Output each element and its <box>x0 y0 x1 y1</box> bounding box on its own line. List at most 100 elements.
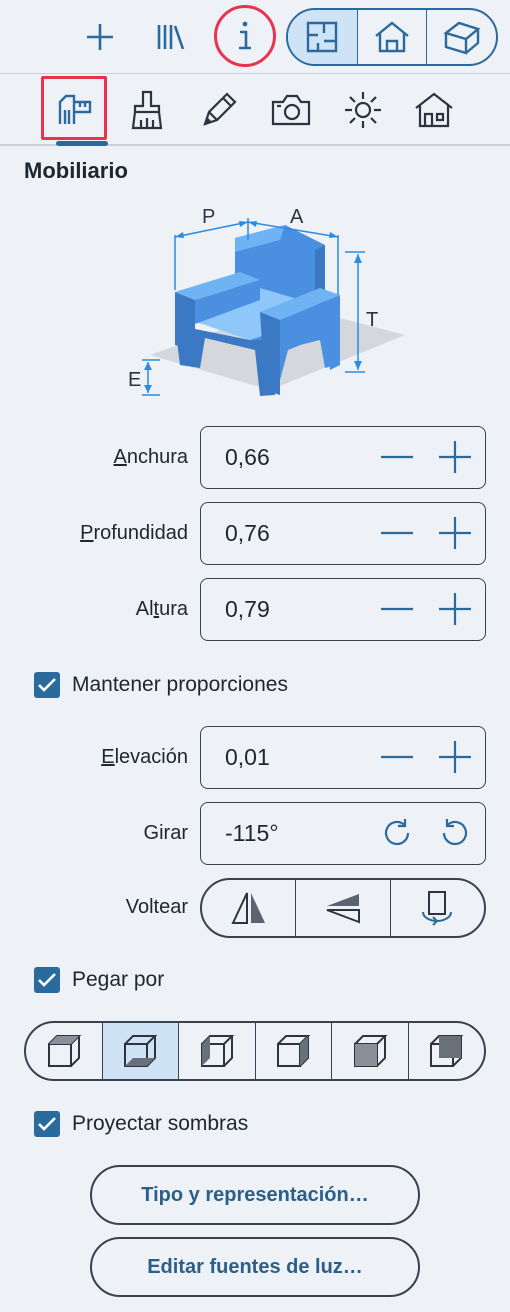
keep-proportions-label: Mantener proporciones <box>72 673 288 696</box>
top-toolbar <box>0 0 510 74</box>
view-mode-switch <box>286 8 498 66</box>
floorplan-view-button[interactable] <box>288 10 358 64</box>
stick-face-right-button[interactable] <box>256 1023 332 1079</box>
checkmark-icon <box>38 1117 56 1131</box>
building-tab-icon <box>415 92 453 128</box>
flip-vertical-icon <box>326 894 360 924</box>
label-width-letter: A <box>290 206 304 228</box>
stick-to-label: Pegar por <box>72 968 165 991</box>
rotate-clockwise-icon <box>384 819 410 846</box>
add-button[interactable] <box>70 6 130 68</box>
section-title: Mobiliario <box>24 158 128 183</box>
camera-tab-icon <box>271 94 311 126</box>
tab-pencil[interactable] <box>186 78 252 142</box>
cube-back-face-icon <box>430 1035 464 1067</box>
stick-to-row[interactable]: Pegar por <box>34 965 164 995</box>
height-field[interactable]: 0,79 <box>200 578 486 641</box>
depth-value[interactable]: 0,76 <box>225 520 270 547</box>
3d-view-button[interactable] <box>427 10 496 64</box>
tab-building[interactable] <box>401 78 467 142</box>
info-button[interactable] <box>214 5 276 67</box>
elevation-label: Elevación <box>101 746 188 768</box>
tab-brush[interactable] <box>114 78 180 142</box>
width-value[interactable]: 0,66 <box>225 444 270 471</box>
flip-buttons <box>200 878 486 938</box>
cube-top-face-icon <box>47 1035 82 1067</box>
info-icon <box>239 21 251 50</box>
minus-icon <box>381 607 413 611</box>
active-tab-highlight <box>41 76 107 140</box>
flip-label: Voltear <box>125 896 188 918</box>
floorplan-view-icon <box>307 21 338 53</box>
checkmark-icon <box>38 973 56 987</box>
rotate-counterclockwise-button[interactable] <box>435 813 475 853</box>
tab-sun[interactable] <box>330 78 396 142</box>
library-icon <box>157 25 185 50</box>
plus-icon <box>439 741 471 773</box>
stick-face-left-button[interactable] <box>179 1023 256 1079</box>
flip-horizontal-icon <box>231 892 265 924</box>
elevation-decrement-button[interactable] <box>377 737 417 777</box>
label-height-letter: T <box>366 309 378 331</box>
label-depth-letter: P <box>202 206 215 228</box>
depth-field[interactable]: 0,76 <box>200 502 486 565</box>
height-value[interactable]: 0,79 <box>225 596 270 623</box>
plus-icon <box>439 517 471 549</box>
width-label: Anchura <box>113 446 189 468</box>
pencil-tab-icon <box>203 92 237 126</box>
depth-label: Profundidad <box>80 522 188 544</box>
plus-icon <box>87 24 113 50</box>
width-decrement-button[interactable] <box>377 437 417 477</box>
cube-bottom-face-icon <box>124 1035 158 1067</box>
type-representation-button[interactable]: Tipo y representación… <box>90 1165 420 1225</box>
elevation-field[interactable]: 0,01 <box>200 726 486 789</box>
plus-icon <box>439 441 471 473</box>
depth-increment-button[interactable] <box>435 513 475 553</box>
front-view-button[interactable] <box>358 10 428 64</box>
sun-tab-icon <box>345 92 381 128</box>
height-decrement-button[interactable] <box>377 589 417 629</box>
cast-shadows-checkbox[interactable] <box>34 1111 60 1137</box>
minus-icon <box>381 455 413 459</box>
plus-icon <box>439 593 471 625</box>
depth-decrement-button[interactable] <box>377 513 417 553</box>
width-increment-button[interactable] <box>435 437 475 477</box>
tab-camera[interactable] <box>258 78 324 142</box>
stick-face-bottom-button[interactable] <box>102 1023 179 1079</box>
cube-left-face-icon <box>200 1035 235 1067</box>
keep-proportions-row[interactable]: Mantener proporciones <box>34 670 288 700</box>
library-button[interactable] <box>142 6 202 68</box>
cast-shadows-label: Proyectar sombras <box>72 1112 249 1135</box>
stick-to-faces <box>24 1021 486 1081</box>
flip-around-icon <box>422 891 453 926</box>
height-increment-button[interactable] <box>435 589 475 629</box>
flip-horizontal-button[interactable] <box>202 880 297 936</box>
width-field[interactable]: 0,66 <box>200 426 486 489</box>
cube-front-face-icon <box>353 1035 388 1067</box>
house-front-view-icon <box>375 21 409 53</box>
elevation-value[interactable]: 0,01 <box>225 744 270 771</box>
height-label: Altura <box>135 598 188 620</box>
cube-right-face-icon <box>277 1035 311 1067</box>
elevation-increment-button[interactable] <box>435 737 475 777</box>
stick-face-front-button[interactable] <box>332 1023 409 1079</box>
stick-to-checkbox[interactable] <box>34 967 60 993</box>
cast-shadows-row[interactable]: Proyectar sombras <box>34 1109 248 1139</box>
flip-vertical-button[interactable] <box>296 880 391 936</box>
edit-light-sources-button[interactable]: Editar fuentes de luz… <box>90 1237 420 1297</box>
brush-tab-icon <box>131 90 163 130</box>
minus-icon <box>381 531 413 535</box>
keep-proportions-checkbox[interactable] <box>34 672 60 698</box>
minus-icon <box>381 755 413 759</box>
rotate-value[interactable]: -115° <box>225 820 279 847</box>
flip-around-button[interactable] <box>391 880 484 936</box>
active-tab-indicator <box>56 141 108 146</box>
house-3d-view-icon <box>443 21 481 55</box>
rotate-clockwise-button[interactable] <box>377 813 417 853</box>
rotate-field[interactable]: -115° <box>200 802 486 865</box>
stick-face-back-button[interactable] <box>409 1023 485 1079</box>
furniture-dimensions-diagram: P A T E <box>120 200 410 405</box>
checkmark-icon <box>38 678 56 692</box>
stick-face-top-button[interactable] <box>26 1023 103 1079</box>
rotate-counterclockwise-icon <box>442 819 468 846</box>
